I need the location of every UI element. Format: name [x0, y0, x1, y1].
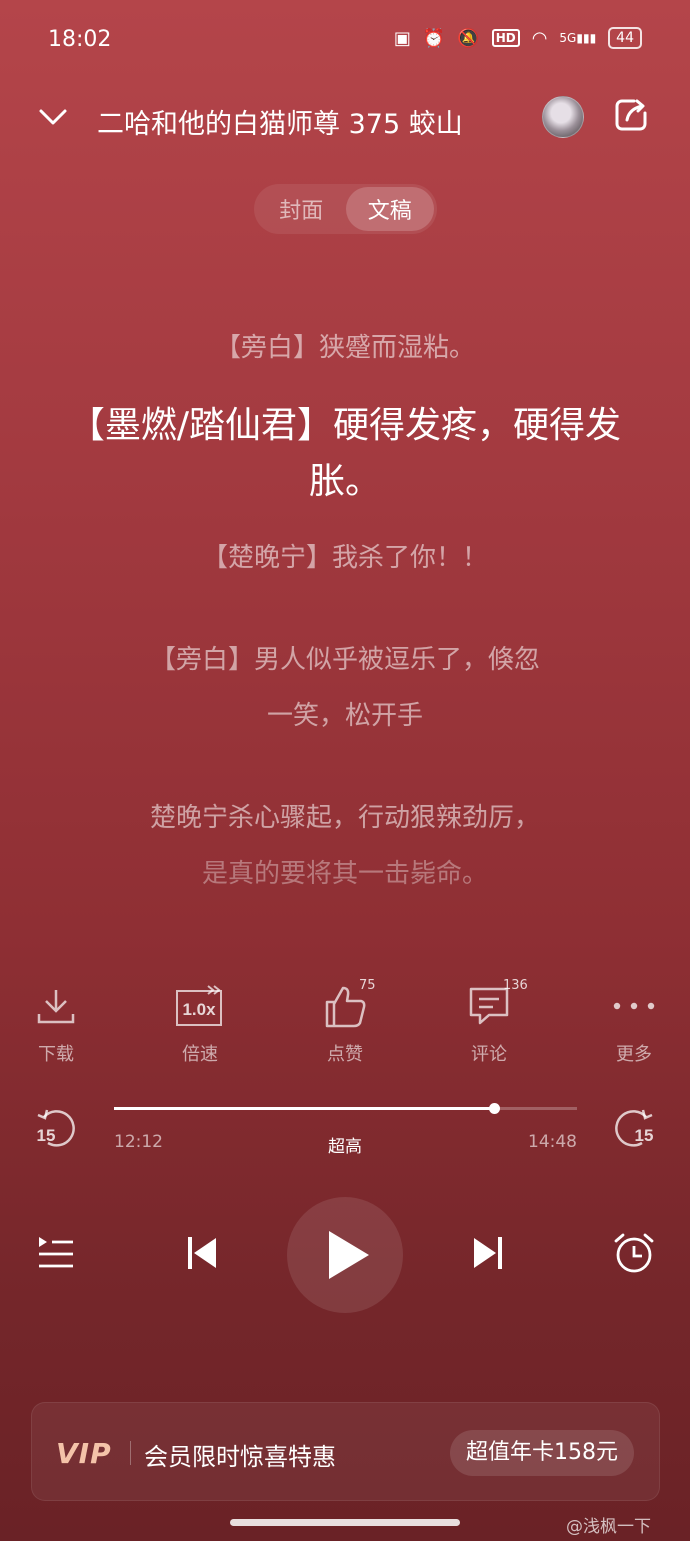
playlist-icon[interactable]	[36, 1233, 76, 1273]
play-icon	[329, 1231, 369, 1279]
battery-icon: 44	[608, 27, 642, 49]
vip-logo: VIP	[56, 1437, 112, 1470]
tab-transcript[interactable]: 文稿	[345, 187, 434, 231]
action-bar: 下载 1.0x 倍速 75 点赞 136 评论 更多	[0, 978, 690, 1070]
nfc-icon: ▣	[393, 27, 411, 49]
wifi-icon: ◠	[531, 27, 548, 49]
like-button[interactable]: 75 点赞	[295, 978, 395, 1066]
speed-label: 倍速	[182, 1044, 218, 1065]
sleep-timer-icon[interactable]	[612, 1231, 656, 1275]
player-header: 二哈和他的白猫师尊 375 蛟山	[0, 90, 690, 150]
transcript-line[interactable]: 楚晚宁杀心骤起，行动狠辣劲厉，	[60, 790, 630, 846]
status-icons: ▣ ⏰ 🔕 HD ◠ 5G▮▮▮ 44	[394, 27, 642, 49]
download-label: 下载	[38, 1044, 74, 1065]
download-icon	[37, 990, 75, 1024]
mute-icon: 🔕	[457, 27, 480, 49]
watermark: @浅枫一下	[566, 1517, 651, 1537]
more-button[interactable]: 更多	[584, 980, 684, 1066]
transcript-line[interactable]: 是真的要将其一击毙命。	[60, 846, 630, 902]
vip-banner[interactable]: VIP 会员限时惊喜特惠 超值年卡158元	[31, 1402, 660, 1501]
transcript-line[interactable]: 【楚晚宁】我杀了你！！	[60, 530, 630, 586]
speed-button[interactable]: 1.0x 倍速	[150, 980, 250, 1066]
forward-15-icon[interactable]: 15	[612, 1105, 656, 1149]
svg-text:1.0x: 1.0x	[182, 1000, 216, 1019]
avatar[interactable]	[542, 96, 584, 138]
quality-selector[interactable]: 超高	[0, 1132, 690, 1157]
vip-offer-button[interactable]: 超值年卡158元	[450, 1430, 634, 1476]
progress-fill	[114, 1107, 494, 1110]
transcript-line[interactable]: 【旁白】男人似乎被逗乐了，倏忽	[60, 632, 630, 688]
share-icon[interactable]	[612, 96, 650, 134]
player-controls	[0, 1195, 690, 1315]
total-time: 14:48	[528, 1132, 577, 1152]
divider	[130, 1441, 131, 1465]
like-count: 75	[359, 978, 376, 993]
comment-button[interactable]: 136 评论	[439, 978, 539, 1066]
speed-icon: 1.0x	[176, 985, 222, 1026]
vip-promo-text: 会员限时惊喜特惠	[144, 1443, 336, 1471]
like-label: 点赞	[327, 1044, 363, 1065]
previous-icon[interactable]	[186, 1235, 220, 1271]
comment-label: 评论	[471, 1044, 507, 1065]
status-bar: 18:02 ▣ ⏰ 🔕 HD ◠ 5G▮▮▮ 44	[0, 0, 690, 80]
alarm-icon: ⏰	[422, 27, 446, 49]
hd-icon: HD	[491, 29, 520, 47]
more-icon	[613, 1002, 655, 1010]
home-indicator[interactable]	[230, 1519, 460, 1526]
episode-title: 二哈和他的白猫师尊 375 蛟山	[97, 109, 463, 140]
more-label: 更多	[616, 1044, 652, 1065]
view-tabs: 封面 文稿	[254, 184, 437, 234]
svg-text:15: 15	[635, 1126, 654, 1145]
transcript-line[interactable]: 【旁白】狭蹙而湿粘。	[60, 320, 630, 376]
download-button[interactable]: 下载	[6, 980, 106, 1066]
signal-icon: 5G▮▮▮	[559, 31, 597, 45]
play-button[interactable]	[287, 1197, 403, 1313]
progress-slider[interactable]	[114, 1103, 577, 1114]
transcript-line-current[interactable]: 【墨燃/踏仙君】硬得发疼，硬得发胀。	[60, 398, 630, 510]
status-time: 18:02	[48, 27, 112, 52]
transcript: 【旁白】狭蹙而湿粘。 【墨燃/踏仙君】硬得发疼，硬得发胀。 【楚晚宁】我杀了你！…	[60, 320, 630, 902]
tab-cover[interactable]: 封面	[257, 187, 346, 231]
playback-progress: 15 12:12 超高 14:48 15	[0, 1100, 690, 1160]
next-icon[interactable]	[470, 1235, 504, 1271]
chevron-down-icon[interactable]	[36, 100, 70, 134]
transcript-line[interactable]: 一笑，松开手	[60, 688, 630, 744]
progress-knob[interactable]	[488, 1103, 500, 1114]
comment-count: 136	[503, 978, 528, 993]
